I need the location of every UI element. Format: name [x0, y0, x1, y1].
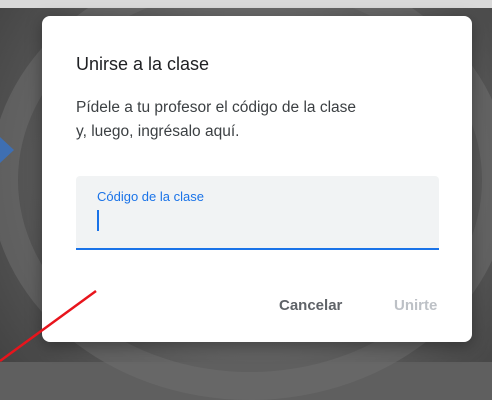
dialog-title: Unirse a la clase: [76, 54, 210, 74]
text-caret: [97, 210, 99, 231]
join-button[interactable]: Unirte: [394, 297, 437, 314]
dialog-description: Pídele a tu profesor el código de la cla…: [76, 96, 456, 144]
cancel-button[interactable]: Cancelar: [279, 297, 342, 314]
class-code-input[interactable]: Código de la clase: [76, 176, 439, 250]
class-code-label: Código de la clase: [97, 189, 204, 204]
background-top-band: [0, 0, 492, 8]
join-class-dialog: Unirse a la clase Pídele a tu profesor e…: [42, 16, 472, 342]
dialog-description-line-2: y, luego, ingrésalo aquí.: [76, 123, 240, 140]
annotation-arrow-icon: [0, 137, 14, 163]
dialog-description-line-1: Pídele a tu profesor el código de la cla…: [76, 99, 357, 116]
